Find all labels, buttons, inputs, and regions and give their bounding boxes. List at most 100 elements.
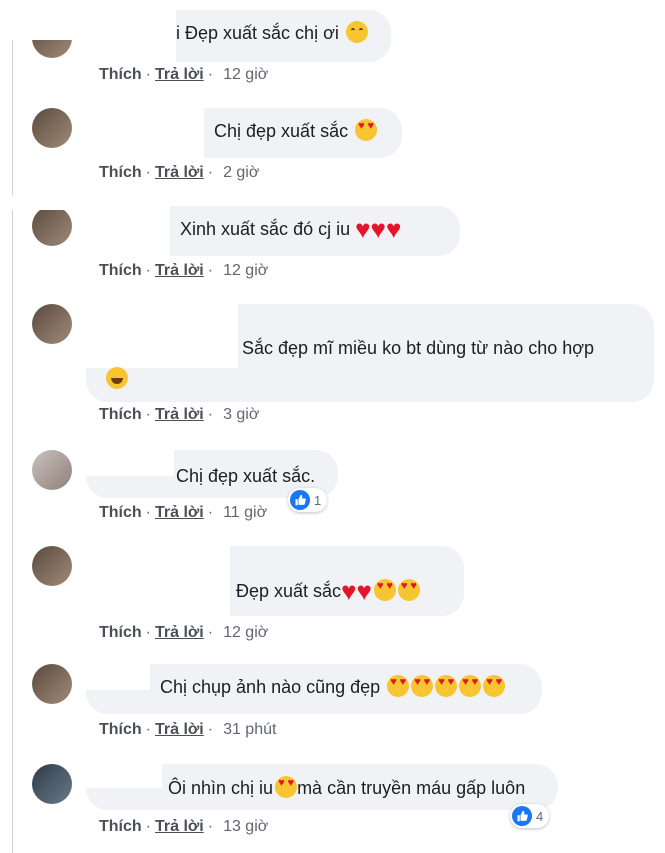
like-link[interactable]: Thích	[99, 504, 142, 521]
reply-link[interactable]: Trả lời	[155, 624, 204, 641]
separator: ·	[145, 721, 151, 738]
comment-text: Ôi nhìn chị iumà cần truyền máu gấp luôn	[168, 776, 525, 798]
heart-eyes-icon	[435, 675, 458, 697]
timestamp[interactable]: 12 giờ	[223, 66, 268, 83]
comment-actions: Thích · Trả lời · 2 giờ	[99, 164, 259, 182]
timestamp[interactable]: 3 giờ	[223, 406, 259, 423]
redacted-name	[86, 10, 176, 62]
reaction-count: 4	[536, 808, 544, 824]
timestamp[interactable]: 11 giờ	[223, 504, 267, 521]
comment-text: Chị chụp ảnh nào cũng đẹp	[160, 675, 506, 697]
separator: ·	[207, 164, 214, 181]
separator: ·	[145, 504, 151, 521]
separator: ·	[145, 818, 151, 835]
comment-bubble: Chị chụp ảnh nào cũng đẹp	[86, 664, 542, 714]
redacted-name	[86, 206, 170, 256]
reply-link[interactable]: Trả lời	[155, 262, 204, 279]
reply-link[interactable]: Trả lời	[155, 164, 204, 181]
redacted-name	[86, 664, 150, 690]
timestamp[interactable]: 13 giờ	[223, 818, 268, 835]
like-link[interactable]: Thích	[99, 818, 142, 835]
separator: ·	[207, 504, 214, 521]
comment-bubble: Đẹp xuất sắc♥♥	[86, 546, 464, 616]
comment-text: Sắc đẹp mĩ miều ko bt dùng từ nào cho hợ…	[242, 338, 595, 358]
like-link[interactable]: Thích	[99, 624, 142, 641]
heart-eyes-icon	[387, 675, 410, 697]
like-link[interactable]: Thích	[99, 66, 142, 83]
red-heart-icon: ♥	[370, 214, 386, 244]
separator: ·	[207, 262, 214, 279]
comment-actions: Thích · Trả lời · 3 giờ	[99, 406, 259, 424]
comment-bubble: Sắc đẹp mĩ miều ko bt dùng từ nào cho hợ…	[86, 304, 654, 402]
avatar-redaction	[0, 0, 96, 40]
comment-bubble: Chị đẹp xuất sắc	[86, 108, 402, 158]
rolling-laugh-icon	[106, 367, 128, 389]
comment-bubble: i Đẹp xuất sắc chị ơi	[86, 10, 391, 62]
heart-eyes-icon	[355, 119, 378, 141]
comment-bubble: Xinh xuất sắc đó cj iu ♥♥♥	[86, 206, 460, 256]
heart-eyes-icon	[411, 675, 434, 697]
red-heart-icon: ♥	[356, 576, 372, 606]
red-heart-icon: ♥	[385, 214, 402, 244]
separator: ·	[207, 624, 214, 641]
reaction-badge[interactable]: 1	[288, 488, 328, 512]
redacted-name	[86, 546, 230, 616]
reaction-count: 1	[314, 492, 322, 508]
comment-bubble: Ôi nhìn chị iumà cần truyền máu gấp luôn	[86, 764, 558, 810]
comment-text: Chị đẹp xuất sắc	[214, 119, 378, 141]
separator: ·	[207, 406, 214, 423]
heart-eyes-icon	[275, 776, 298, 798]
reply-link[interactable]: Trả lời	[155, 818, 204, 835]
red-heart-icon: ♥	[355, 214, 371, 244]
comment-actions: Thích · Trả lời · 12 giờ	[99, 66, 268, 84]
like-link[interactable]: Thích	[99, 164, 142, 181]
avatar[interactable]	[32, 206, 72, 246]
comment-actions: Thích · Trả lời · 31 phút	[99, 721, 276, 739]
comment-actions: Thích · Trả lời · 12 giờ	[99, 262, 268, 280]
separator: ·	[145, 406, 151, 423]
heart-eyes-icon	[373, 579, 396, 601]
separator: ·	[207, 721, 214, 738]
separator: ·	[145, 262, 151, 279]
redacted-name	[86, 304, 238, 368]
timestamp[interactable]: 31 phút	[223, 721, 276, 738]
timestamp[interactable]: 12 giờ	[223, 624, 268, 641]
comment-actions: Thích · Trả lời · 13 giờ	[99, 818, 268, 836]
reply-link[interactable]: Trả lời	[155, 721, 204, 738]
comment-text: Đẹp xuất sắc♥♥	[236, 576, 420, 606]
comment-text: i Đẹp xuất sắc chị ơi	[176, 21, 368, 43]
avatar-redaction	[0, 196, 96, 210]
heart-eyes-icon	[397, 579, 420, 601]
avatar[interactable]	[32, 546, 72, 586]
reply-link[interactable]: Trả lời	[155, 406, 204, 423]
reply-link[interactable]: Trả lời	[155, 504, 204, 521]
smiling-face-icon	[345, 21, 368, 43]
like-icon	[290, 490, 310, 510]
heart-eyes-icon	[459, 675, 482, 697]
avatar[interactable]	[32, 304, 72, 344]
comment-actions: Thích · Trả lời · 12 giờ	[99, 624, 268, 642]
separator: ·	[145, 66, 151, 83]
reaction-badge[interactable]: 4	[510, 804, 550, 828]
like-link[interactable]: Thích	[99, 721, 142, 738]
comment-text: Chị đẹp xuất sắc.	[176, 466, 316, 486]
like-link[interactable]: Thích	[99, 262, 142, 279]
separator: ·	[145, 624, 151, 641]
avatar[interactable]	[32, 764, 72, 804]
timestamp[interactable]: 12 giờ	[223, 262, 268, 279]
separator: ·	[207, 818, 214, 835]
avatar[interactable]	[32, 108, 72, 148]
like-link[interactable]: Thích	[99, 406, 142, 423]
avatar[interactable]	[32, 450, 72, 490]
avatar[interactable]	[32, 664, 72, 704]
timestamp[interactable]: 2 giờ	[223, 164, 259, 181]
heart-eyes-icon	[483, 675, 506, 697]
thread-line	[12, 0, 13, 853]
redacted-name	[86, 764, 162, 788]
like-icon	[512, 806, 532, 826]
separator: ·	[207, 66, 214, 83]
reply-link[interactable]: Trả lời	[155, 66, 204, 83]
redacted-name	[86, 108, 204, 158]
comment-text: Xinh xuất sắc đó cj iu ♥♥♥	[180, 214, 402, 244]
comment-actions: Thích · Trả lời · 11 giờ	[99, 504, 267, 522]
